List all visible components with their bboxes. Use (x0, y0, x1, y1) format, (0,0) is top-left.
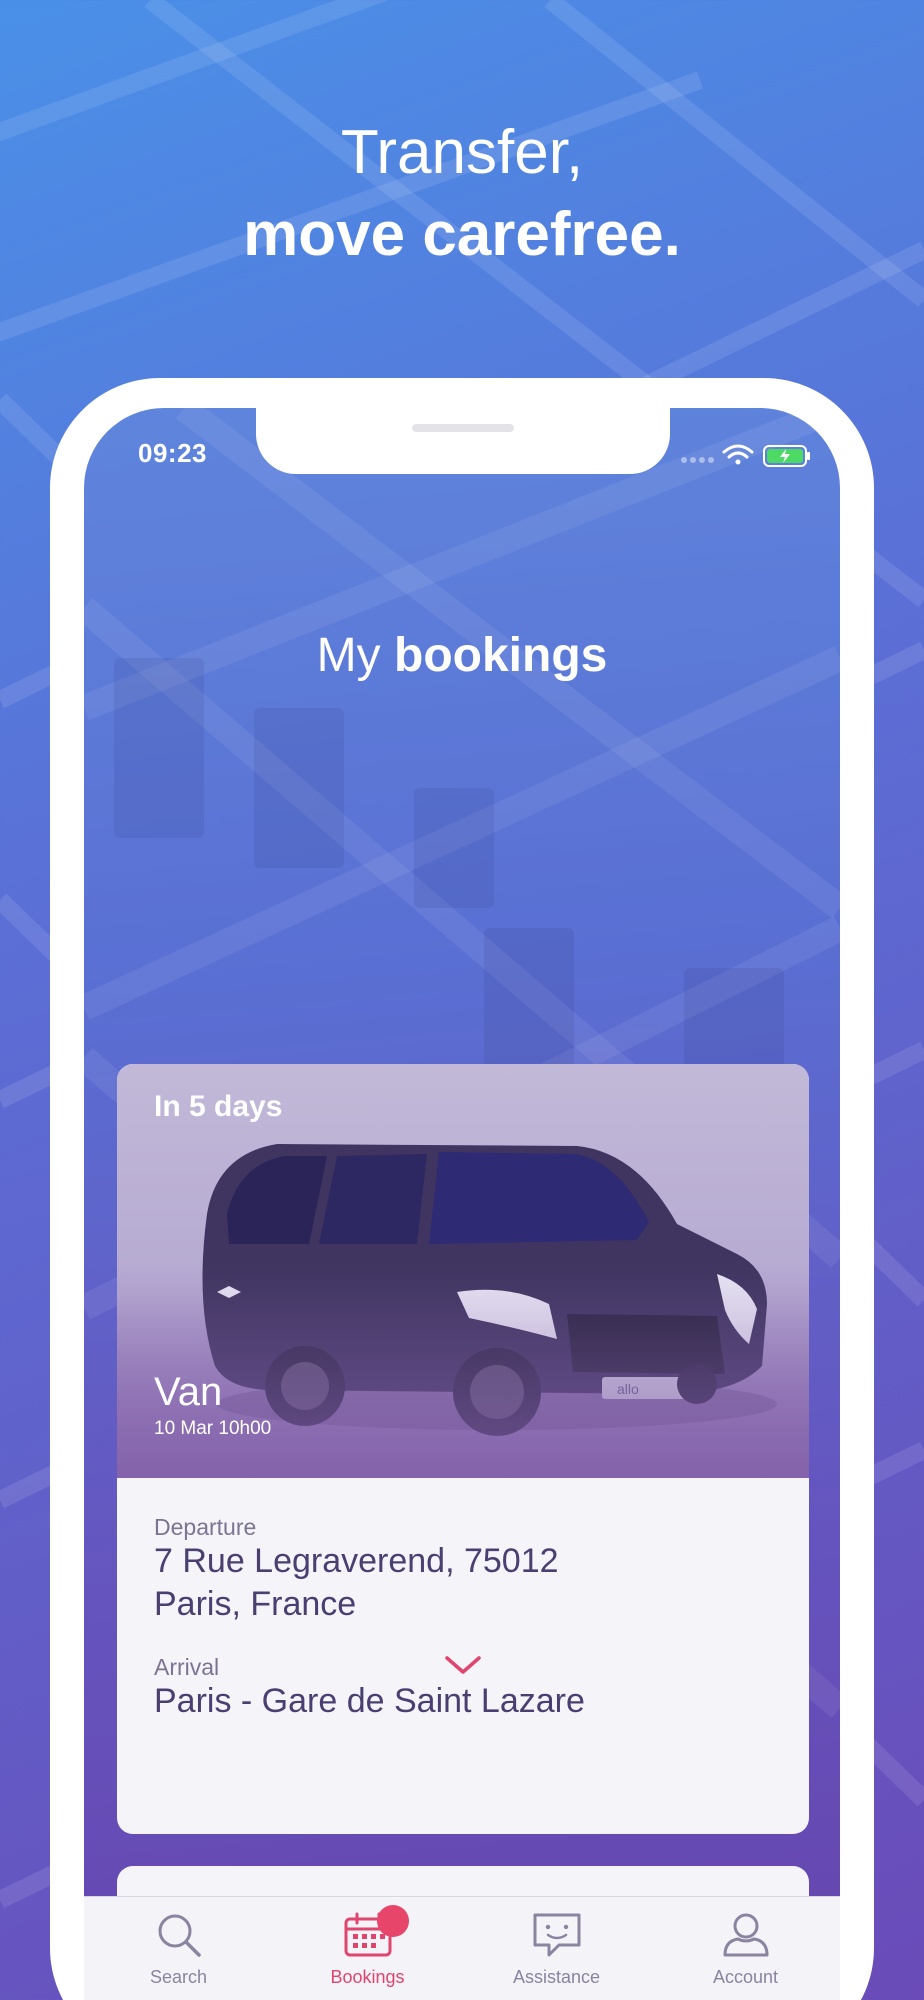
departure-line-2: Paris, France (154, 1585, 357, 1623)
headline-line-2: move carefree. (243, 200, 681, 269)
wifi-icon (722, 444, 754, 465)
chat-smile-icon (533, 1913, 581, 1957)
page-title-regular: My (316, 629, 381, 682)
tab-search-label: Search (149, 1967, 208, 1987)
user-icon (723, 1913, 769, 1957)
tab-bar: Search Bookings Assistance Account (84, 1896, 840, 2000)
status-icons (681, 444, 810, 467)
battery-icon (763, 445, 810, 467)
booking-hero: allo In 5 days Van 10 Mar 10h00 (117, 1064, 809, 1478)
notification-badge (377, 1905, 409, 1937)
tab-search[interactable]: Search (84, 1897, 273, 2000)
booking-card[interactable]: allo In 5 days Van 10 Mar 10h00 Departur… (117, 1064, 809, 1834)
departure-label: Departure (154, 1514, 257, 1540)
page-title: My bookings (84, 628, 840, 683)
chevron-down-icon[interactable] (443, 1654, 483, 1678)
headline-line-1: Transfer, (340, 118, 584, 187)
status-time: 09:23 (138, 438, 207, 468)
arrival-value: Paris - Gare de Saint Lazare (154, 1682, 585, 1720)
search-icon (158, 1914, 201, 1957)
vehicle-type: Van (154, 1370, 223, 1414)
tab-account-label: Account (712, 1967, 779, 1987)
booking-datetime: 10 Mar 10h00 (154, 1418, 272, 1439)
marketing-headline: Transfer, move carefree. (0, 112, 924, 276)
booking-countdown: In 5 days (154, 1090, 283, 1123)
phone-speaker (412, 424, 514, 432)
phone-notch (256, 408, 670, 474)
page-title-bold: bookings (394, 629, 608, 682)
arrival-label: Arrival (154, 1654, 220, 1680)
signal-icon (681, 457, 714, 463)
departure-line-1: 7 Rue Legraverend, 75012 (154, 1542, 559, 1580)
tab-bookings-label: Bookings (330, 1967, 405, 1987)
tab-assistance-label: Assistance (512, 1967, 601, 1987)
tab-assistance[interactable]: Assistance (462, 1897, 651, 2000)
tab-bookings[interactable]: Bookings (273, 1897, 462, 2000)
tab-account[interactable]: Account (651, 1897, 840, 2000)
